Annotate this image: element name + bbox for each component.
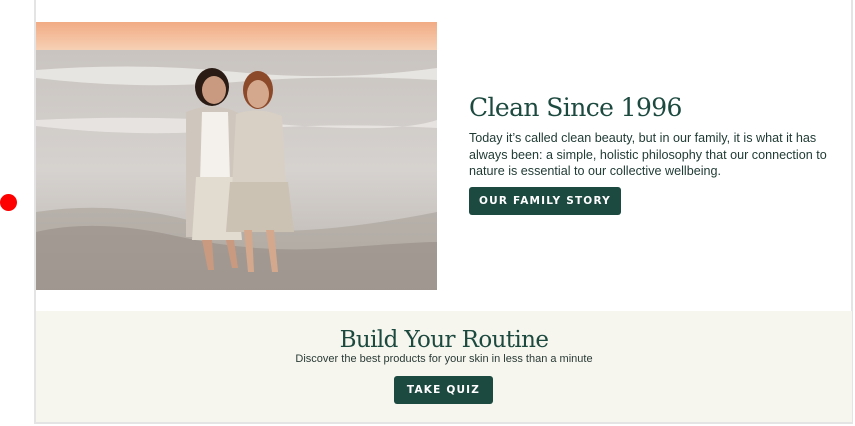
hero-body-text: Today it’s called clean beauty, but in o… xyxy=(469,131,827,178)
hero-text-block: Clean Since 1996 Today it’s called clean… xyxy=(469,92,845,180)
our-family-story-button[interactable]: OUR FAMILY STORY xyxy=(469,187,621,215)
routine-subtitle: Discover the best products for your skin… xyxy=(295,353,593,365)
hero-image xyxy=(36,22,437,290)
hero-title: Clean Since 1996 xyxy=(469,93,682,122)
build-routine-section: Build Your Routine Discover the best pro… xyxy=(36,311,852,422)
take-quiz-button[interactable]: TAKE QUIZ xyxy=(394,376,493,404)
cursor-indicator xyxy=(0,194,17,211)
routine-title: Build Your Routine xyxy=(339,327,549,353)
